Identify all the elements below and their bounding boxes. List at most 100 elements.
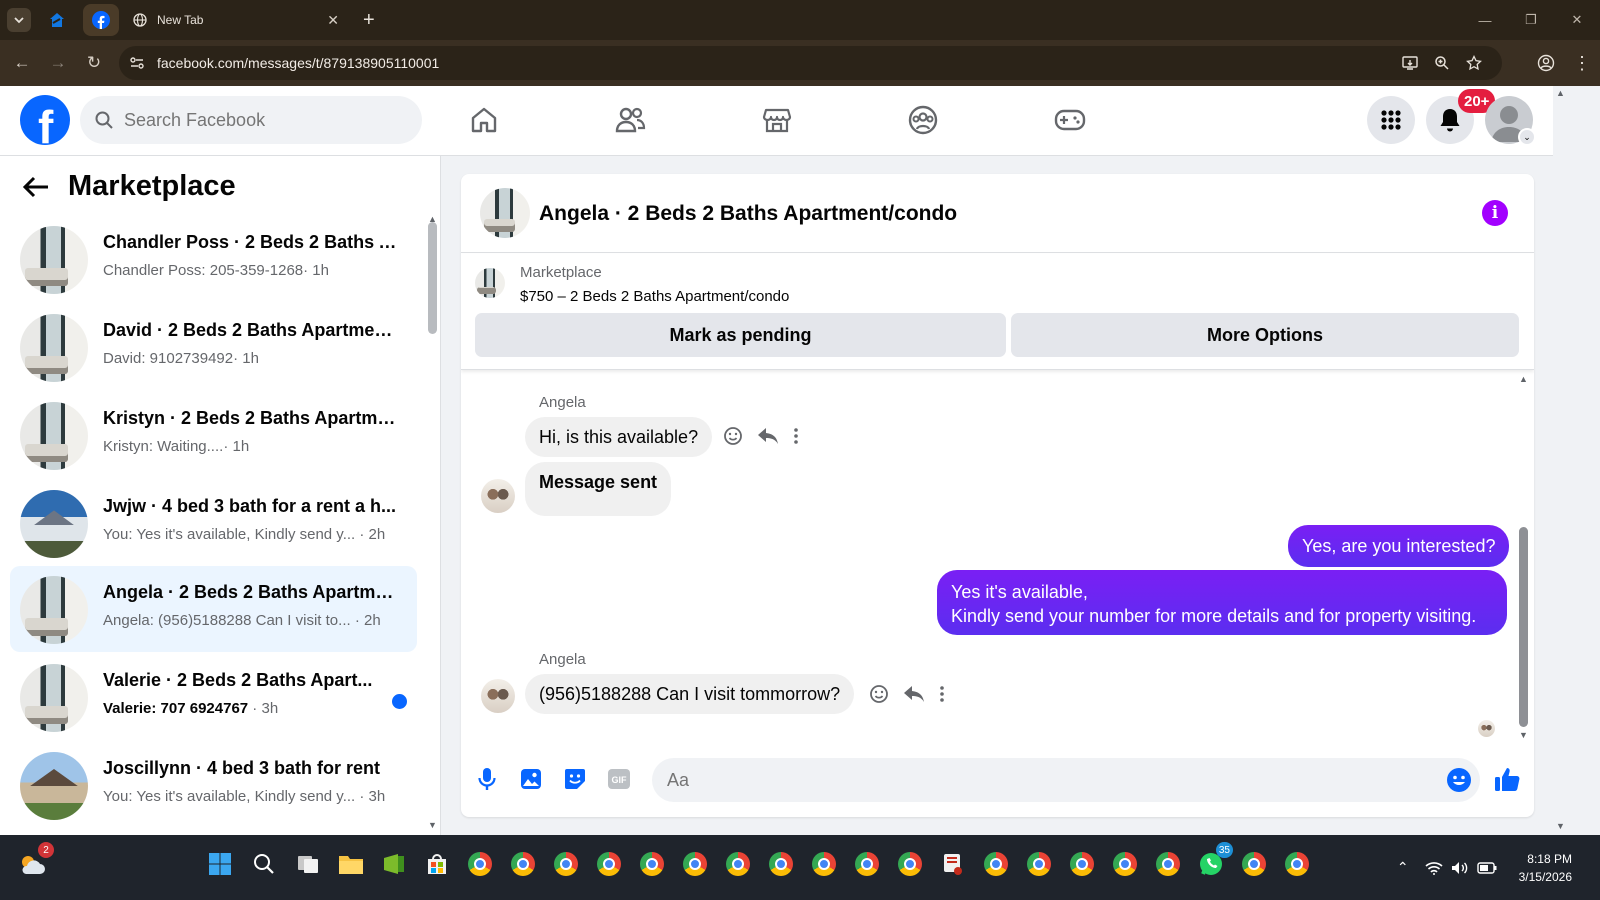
message-input-wrapper[interactable] <box>652 758 1480 802</box>
chrome-window[interactable] <box>849 846 885 882</box>
chrome-window[interactable] <box>720 846 756 882</box>
excel-app[interactable] <box>376 846 412 882</box>
chrome-window[interactable] <box>1279 846 1315 882</box>
incoming-message[interactable]: (956)5188288 Can I visit tommorrow? <box>525 674 855 714</box>
tab-new-tab[interactable]: New Tab ✕ <box>123 4 349 36</box>
conversation-item-active[interactable]: Angela · 2 Beds 2 Baths Apartme... Angel… <box>10 566 417 652</box>
wifi-icon[interactable] <box>1425 861 1443 875</box>
weather-widget[interactable]: 2 <box>14 842 54 882</box>
bookmark-star-icon[interactable] <box>1466 55 1482 71</box>
react-emoji-icon[interactable] <box>723 426 743 446</box>
contact-avatar[interactable] <box>481 479 515 513</box>
facebook-logo[interactable]: f <box>20 95 70 153</box>
battery-icon[interactable] <box>1476 861 1497 874</box>
conversation-list-scrollbar[interactable] <box>428 222 437 334</box>
page-scroll-up-arrow[interactable]: ▲ <box>1556 88 1565 98</box>
chrome-window[interactable] <box>677 846 713 882</box>
listing-thumbnail[interactable] <box>475 268 505 298</box>
chrome-window[interactable] <box>1064 846 1100 882</box>
conversation-item[interactable]: Valerie · 2 Beds 2 Baths Apart... Valeri… <box>10 654 417 740</box>
conversation-item[interactable]: Joscillynn · 4 bed 3 bath for rent You: … <box>10 742 417 828</box>
home-nav-button[interactable] <box>461 98 507 142</box>
chat-scrollbar[interactable] <box>1519 527 1528 727</box>
chat-listing-avatar[interactable] <box>480 188 530 238</box>
taskbar-search-button[interactable] <box>246 846 282 882</box>
menu-button[interactable] <box>1367 96 1415 144</box>
mark-as-pending-button[interactable]: Mark as pending <box>475 313 1006 357</box>
outgoing-message[interactable]: Yes it's available, Kindly send your num… <box>937 570 1507 635</box>
chrome-window[interactable] <box>806 846 842 882</box>
pinned-tab-facebook[interactable] <box>83 4 119 36</box>
pinned-tab-zillow[interactable] <box>39 4 75 36</box>
chrome-window[interactable] <box>462 846 498 882</box>
page-scrollbar[interactable]: ▲ ▼ <box>1553 86 1568 835</box>
contact-avatar[interactable] <box>481 679 515 713</box>
chrome-window[interactable] <box>591 846 627 882</box>
chrome-window[interactable] <box>1236 846 1272 882</box>
attach-photo-button[interactable] <box>516 764 546 794</box>
emoji-picker-button[interactable] <box>1444 765 1474 795</box>
listing-price-title[interactable]: $750 – 2 Beds 2 Baths Apartment/condo <box>520 288 789 305</box>
more-options-button[interactable]: More Options <box>1011 313 1519 357</box>
profile-icon[interactable] <box>1528 54 1564 72</box>
voice-clip-button[interactable] <box>472 764 502 794</box>
reply-icon[interactable] <box>903 684 925 704</box>
outgoing-message[interactable]: Yes, are you interested? <box>1288 525 1510 567</box>
minimize-button[interactable]: — <box>1462 0 1508 40</box>
site-info-icon[interactable] <box>129 55 145 71</box>
more-vertical-icon[interactable] <box>939 685 945 703</box>
close-tab-icon[interactable]: ✕ <box>327 12 339 29</box>
search-input[interactable] <box>124 109 404 131</box>
chat-scroll-down-arrow[interactable]: ▼ <box>1519 730 1528 740</box>
zoom-icon[interactable] <box>1434 55 1450 71</box>
message-input[interactable] <box>667 769 1407 791</box>
facebook-search[interactable] <box>80 96 422 144</box>
gaming-nav-button[interactable] <box>1047 98 1093 142</box>
chrome-window[interactable] <box>634 846 670 882</box>
sticker-button[interactable] <box>560 764 590 794</box>
whatsapp-app[interactable]: 35 <box>1193 842 1233 882</box>
tab-search-button[interactable] <box>7 8 31 32</box>
reply-icon[interactable] <box>757 426 779 446</box>
chrome-window[interactable] <box>1021 846 1057 882</box>
chrome-window[interactable] <box>548 846 584 882</box>
gif-button[interactable]: GIF <box>604 764 634 794</box>
page-scroll-down-arrow[interactable]: ▼ <box>1556 821 1565 831</box>
chrome-window[interactable] <box>505 846 541 882</box>
conversation-item[interactable]: David · 2 Beds 2 Baths Apartmen... David… <box>10 304 417 390</box>
chat-title[interactable]: Angela · 2 Beds 2 Baths Apartment/condo <box>539 202 957 226</box>
incoming-message[interactable]: Hi, is this available? <box>525 417 713 457</box>
like-button[interactable] <box>1492 764 1522 794</box>
chrome-window[interactable] <box>978 846 1014 882</box>
more-vertical-icon[interactable] <box>793 427 799 445</box>
restore-button[interactable]: ❐ <box>1508 0 1554 40</box>
back-arrow-icon[interactable] <box>22 175 50 199</box>
chat-scroll-up-arrow[interactable]: ▲ <box>1519 374 1528 384</box>
address-bar[interactable]: facebook.com/messages/t/879138905110001 <box>119 46 1502 80</box>
conversation-item[interactable]: Jwjw · 4 bed 3 bath for a rent a h... Yo… <box>10 480 417 566</box>
start-button[interactable] <box>202 846 238 882</box>
forward-button[interactable]: → <box>40 45 76 81</box>
back-button[interactable]: ← <box>4 45 40 81</box>
store-app[interactable] <box>419 846 455 882</box>
browser-menu-icon[interactable]: ⋮ <box>1564 53 1600 74</box>
friends-nav-button[interactable] <box>607 98 653 142</box>
reload-button[interactable]: ↻ <box>76 45 112 81</box>
conversation-item[interactable]: Kristyn · 2 Beds 2 Baths Apartme... Kris… <box>10 392 417 478</box>
groups-nav-button[interactable] <box>900 98 946 142</box>
system-clock[interactable]: 8:18 PM 3/15/2026 <box>1519 850 1572 886</box>
chrome-window[interactable] <box>892 846 928 882</box>
conversation-item[interactable]: Chandler Poss · 2 Beds 2 Baths A... Chan… <box>10 216 417 302</box>
scroll-down-arrow[interactable]: ▼ <box>428 820 437 830</box>
chrome-window[interactable] <box>763 846 799 882</box>
chrome-window[interactable] <box>1150 846 1186 882</box>
file-explorer-app[interactable] <box>333 846 369 882</box>
close-window-button[interactable]: ✕ <box>1554 0 1600 40</box>
task-view-button[interactable] <box>290 846 326 882</box>
chrome-window[interactable] <box>1107 846 1143 882</box>
install-app-icon[interactable] <box>1402 55 1418 71</box>
info-icon[interactable]: i <box>1482 200 1508 226</box>
volume-icon[interactable] <box>1451 861 1469 875</box>
react-emoji-icon[interactable] <box>869 684 889 704</box>
snipping-tool-app[interactable] <box>935 846 971 882</box>
